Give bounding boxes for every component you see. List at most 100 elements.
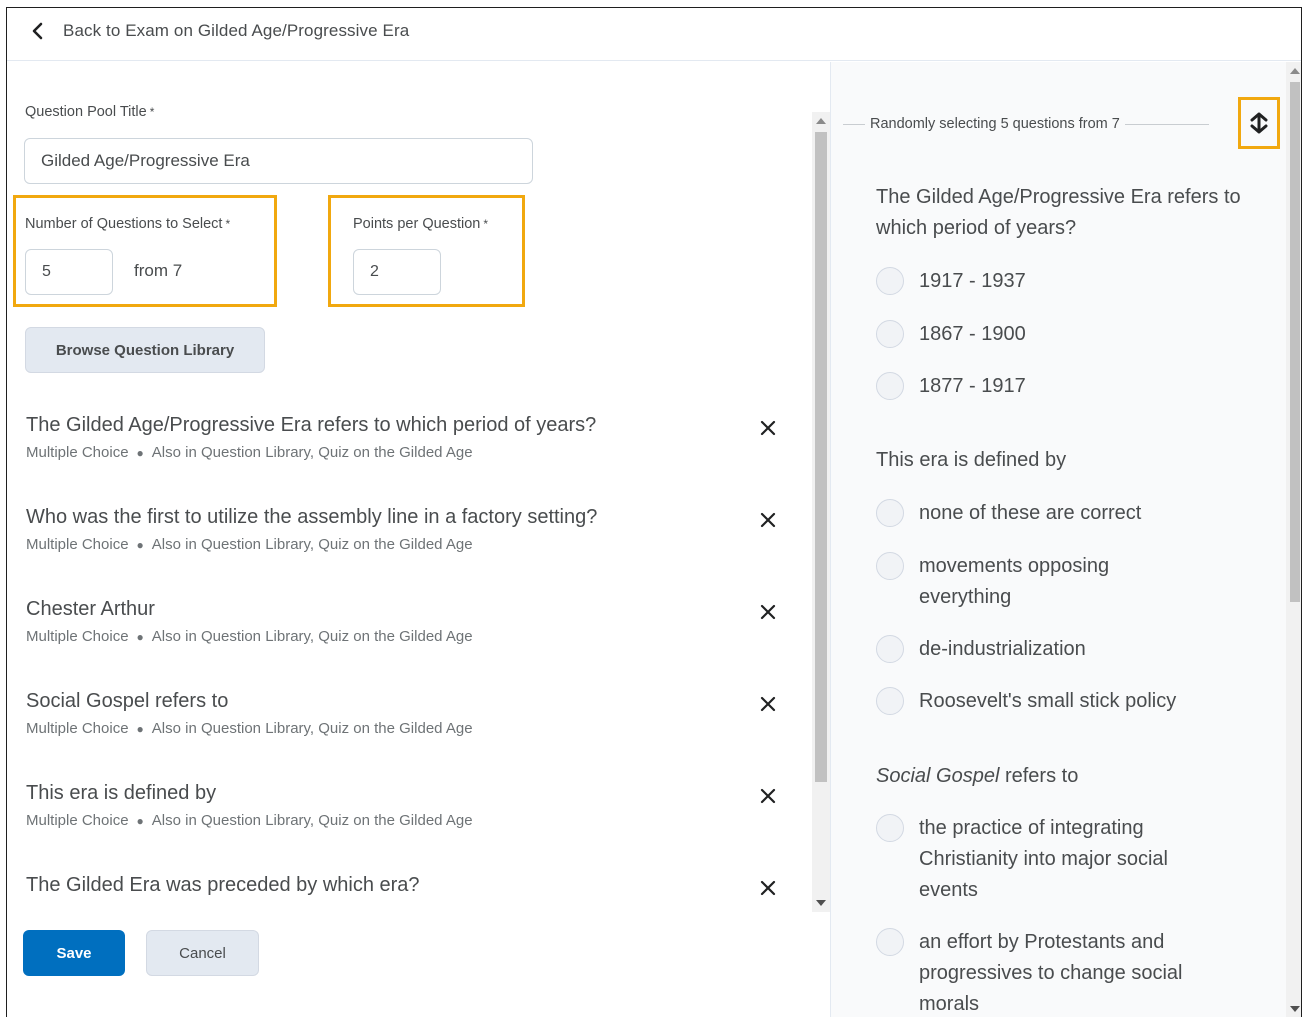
close-icon[interactable]	[758, 694, 778, 714]
back-link[interactable]: Back to Exam on Gilded Age/Progressive E…	[27, 20, 409, 42]
question-also-in: Also in Question Library, Quiz on the Gi…	[151, 628, 473, 645]
list-item: The Gilded Age/Progressive Era refers to…	[26, 412, 786, 504]
shuffle-button[interactable]	[1238, 97, 1280, 149]
scroll-up-icon[interactable]	[816, 118, 826, 124]
points-input[interactable]	[353, 249, 441, 295]
chevron-left-icon	[32, 22, 43, 40]
preview-question-title: This era is defined by	[876, 449, 1067, 471]
radio-button[interactable]	[876, 552, 904, 580]
required-mark: *	[225, 217, 231, 231]
radio-button[interactable]	[876, 928, 904, 956]
scroll-down-icon[interactable]	[1290, 1006, 1300, 1012]
question-also-in: Also in Question Library, Quiz on the Gi…	[151, 444, 473, 461]
option-label: none of these are correct	[919, 502, 1142, 524]
pool-title-input[interactable]	[24, 138, 533, 184]
question-pool-form: Question Pool Title* Number of Questions…	[7, 62, 830, 1017]
question-title[interactable]: Chester Arthur	[26, 596, 786, 622]
required-mark: *	[483, 217, 489, 231]
pool-title-label-text: Question Pool Title	[25, 104, 147, 120]
preview-header: Randomly selecting 5 questions from 7	[843, 114, 1223, 134]
separator-dot: ●	[136, 814, 144, 828]
required-mark: *	[149, 105, 155, 119]
preview-option: 1867 - 1900	[876, 319, 1256, 350]
question-type: Multiple Choice	[26, 444, 129, 461]
close-icon[interactable]	[758, 602, 778, 622]
radio-button[interactable]	[876, 635, 904, 663]
radio-button[interactable]	[876, 320, 904, 348]
num-questions-label-text: Number of Questions to Select	[25, 216, 223, 232]
radio-button[interactable]	[876, 499, 904, 527]
scroll-down-icon[interactable]	[816, 900, 826, 906]
preview-option: de-industrialization	[876, 634, 1256, 665]
preview-option: movements opposing everything	[876, 551, 1256, 613]
title-italic: Social Gospel	[876, 765, 1000, 787]
preview-question-title: Social Gospel refers to	[876, 761, 1256, 792]
preview-option: 1917 - 1937	[876, 266, 1256, 297]
question-title[interactable]: This era is defined by	[26, 780, 786, 806]
question-meta: Multiple Choice ● Also in Question Library…	[26, 628, 786, 645]
preview-question-title: The Gilded Age/Progressive Era refers to…	[876, 186, 1241, 239]
pool-title-label: Question Pool Title *	[25, 104, 154, 120]
save-button[interactable]: Save	[23, 930, 125, 976]
preview-question: Social Gospel refers to	[876, 761, 1256, 792]
close-icon[interactable]	[758, 878, 778, 898]
question-meta: Multiple Choice ● Also in Question Library…	[26, 536, 786, 553]
question-type: Multiple Choice	[26, 628, 129, 645]
cancel-button[interactable]: Cancel	[146, 930, 259, 976]
preview-option: Roosevelt's small stick policy	[876, 686, 1256, 717]
option-label: 1877 - 1917	[919, 375, 1026, 397]
question-title[interactable]: The Gilded Era was preceded by which era…	[26, 872, 786, 898]
preview-option: an effort by Protestants and progressive…	[876, 927, 1256, 1017]
question-meta: Multiple Choice ● Also in Question Library…	[26, 812, 786, 829]
back-link-label: Back to Exam on Gilded Age/Progressive E…	[63, 21, 410, 40]
option-label: movements opposing everything	[919, 555, 1110, 608]
preview-scrollbar[interactable]	[1286, 62, 1301, 1017]
preview-header-text: Randomly selecting 5 questions from 7	[870, 116, 1120, 132]
divider	[1124, 123, 1209, 125]
list-item: The Gilded Era was preceded by which era…	[26, 872, 786, 907]
option-label: the practice of integrating Christianity…	[919, 817, 1168, 901]
title-rest: refers to	[999, 765, 1079, 787]
question-list: The Gilded Age/Progressive Era refers to…	[7, 402, 807, 907]
close-icon[interactable]	[758, 510, 778, 530]
question-type: Multiple Choice	[26, 720, 129, 737]
question-list-scrollbar[interactable]	[812, 112, 830, 912]
question-title[interactable]: The Gilded Age/Progressive Era refers to…	[26, 412, 786, 438]
question-title[interactable]: Who was the first to utilize the assembl…	[26, 504, 786, 530]
option-label: 1867 - 1900	[919, 323, 1026, 345]
top-bar: Back to Exam on Gilded Age/Progressive E…	[7, 8, 1301, 61]
question-meta: Multiple Choice ● Also in Question Library…	[26, 720, 786, 737]
separator-dot: ●	[136, 538, 144, 552]
num-questions-label: Number of Questions to Select *	[25, 216, 230, 232]
list-item: Chester Arthur Multiple Choice ● Also in Q…	[26, 596, 786, 688]
scrollbar-thumb[interactable]	[815, 132, 827, 782]
radio-button[interactable]	[876, 814, 904, 842]
close-icon[interactable]	[758, 418, 778, 438]
scroll-up-icon[interactable]	[1290, 68, 1300, 74]
separator-dot: ●	[136, 446, 144, 460]
close-icon[interactable]	[758, 786, 778, 806]
preview-question: This era is defined by	[876, 445, 1256, 476]
separator-dot: ●	[136, 722, 144, 736]
option-label: an effort by Protestants and progressive…	[919, 931, 1183, 1015]
preview-option: the practice of integrating Christianity…	[876, 813, 1256, 906]
option-label: de-industrialization	[919, 638, 1086, 660]
separator-dot: ●	[136, 630, 144, 644]
question-also-in: Also in Question Library, Quiz on the Gi…	[151, 720, 473, 737]
radio-button[interactable]	[876, 267, 904, 295]
question-title[interactable]: Social Gospel refers to	[26, 688, 786, 714]
question-also-in: Also in Question Library, Quiz on the Gi…	[151, 812, 473, 829]
list-item: This era is defined by Multiple Choice ● A…	[26, 780, 786, 872]
question-meta: Multiple Choice ● Also in Question Library…	[26, 444, 786, 461]
question-type: Multiple Choice	[26, 536, 129, 553]
browse-question-library-button[interactable]: Browse Question Library	[25, 327, 265, 373]
radio-button[interactable]	[876, 372, 904, 400]
preview-panel: Randomly selecting 5 questions from 7 Th…	[830, 62, 1301, 1017]
divider	[843, 123, 865, 125]
app-frame: Back to Exam on Gilded Age/Progressive E…	[6, 7, 1302, 1017]
num-questions-input[interactable]	[25, 249, 113, 295]
scrollbar-thumb[interactable]	[1290, 82, 1300, 602]
radio-button[interactable]	[876, 687, 904, 715]
question-also-in: Also in Question Library, Quiz on the Gi…	[151, 536, 473, 553]
points-label: Points per Question *	[353, 216, 488, 232]
